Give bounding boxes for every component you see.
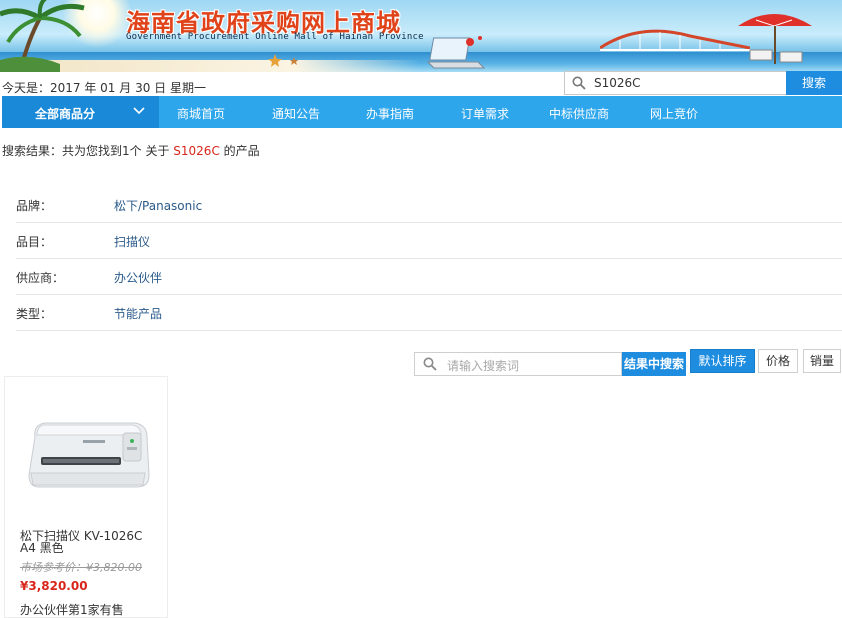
top-search: S1026C 搜索 xyxy=(564,71,842,95)
filter-label: 品目： xyxy=(16,235,53,249)
result-prefix: 搜索结果：共为您找到1个 关于 xyxy=(2,144,170,158)
beach-umbrella-icon xyxy=(738,14,812,64)
in-result-search: 请输入搜索词 结果中搜索 xyxy=(414,352,686,376)
top-search-input[interactable]: S1026C xyxy=(564,71,788,95)
search-in-results-button[interactable]: 结果中搜索 xyxy=(622,352,686,376)
laptop-icon xyxy=(426,36,486,69)
filter-row-brand: 品牌： 松下/Panasonic xyxy=(16,186,842,223)
nav-item-guide[interactable]: 办事指南 xyxy=(366,105,414,122)
sort-default-button[interactable]: 默认排序 xyxy=(690,349,755,373)
palm-tree-icon xyxy=(0,0,85,72)
search-result-summary: 搜索结果：共为您找到1个 关于 S1026C 的产品 xyxy=(2,142,260,159)
result-keyword: S1026C xyxy=(173,144,220,158)
in-result-search-input[interactable]: 请输入搜索词 xyxy=(414,352,622,376)
filter-value-supplier[interactable]: 办公伙伴 xyxy=(114,269,162,286)
filter-row-category: 品目： 扫描仪 xyxy=(16,222,842,259)
site-banner: 海南省政府采购网上商城 Government Procurement Onlin… xyxy=(0,0,842,72)
filter-value-category[interactable]: 扫描仪 xyxy=(114,233,150,250)
top-search-value: S1026C xyxy=(594,76,641,90)
filter-value-type[interactable]: 节能产品 xyxy=(114,305,162,322)
product-supplier[interactable]: 办公伙伴第1家有售 xyxy=(20,601,124,618)
filter-row-supplier: 供应商： 办公伙伴 xyxy=(16,258,842,295)
product-image-scanner[interactable] xyxy=(25,413,151,497)
top-search-button[interactable]: 搜索 xyxy=(786,71,842,95)
all-categories-menu[interactable]: 全部商品分 xyxy=(2,96,159,128)
nav-item-order-demand[interactable]: 订单需求 xyxy=(461,105,509,122)
sort-sales-button[interactable]: 销量 xyxy=(803,349,841,373)
filter-row-type: 类型： 节能产品 xyxy=(16,294,842,331)
product-price: ¥3,820.00 xyxy=(20,579,88,593)
nav-item-announcements[interactable]: 通知公告 xyxy=(272,105,320,122)
all-categories-label: 全部商品分 xyxy=(35,107,96,121)
filter-label: 供应商： xyxy=(16,271,65,285)
current-date: 今天是：2017 年 01 月 30 日 星期一 xyxy=(2,81,206,95)
filter-label: 品牌： xyxy=(16,199,53,213)
chevron-down-icon xyxy=(133,107,145,115)
nav-item-online-bidding[interactable]: 网上竞价 xyxy=(650,105,698,122)
sort-price-button[interactable]: 价格 xyxy=(758,349,798,373)
filter-value-brand[interactable]: 松下/Panasonic xyxy=(114,197,202,214)
nav-item-home[interactable]: 商城首页 xyxy=(177,105,225,122)
product-market-price: 市场参考价：¥3,820.00 xyxy=(20,561,142,574)
search-icon xyxy=(572,76,586,90)
bridge-icon xyxy=(600,29,750,51)
filter-label: 类型： xyxy=(16,307,53,321)
product-name[interactable]: 松下扫描仪 KV-1026C A4 黑色 xyxy=(20,530,160,554)
search-icon xyxy=(423,357,437,371)
site-subtitle: Government Procurement Online Mall of Ha… xyxy=(126,32,424,42)
result-suffix: 的产品 xyxy=(223,144,260,158)
main-nav: 全部商品分 商城首页 通知公告 办事指南 订单需求 中标供应商 网上竞价 xyxy=(2,96,842,128)
nav-item-suppliers[interactable]: 中标供应商 xyxy=(549,105,609,122)
product-card[interactable]: 松下扫描仪 KV-1026C A4 黑色 市场参考价：¥3,820.00 ¥3,… xyxy=(4,376,168,618)
in-result-search-placeholder: 请输入搜索词 xyxy=(447,359,520,373)
starfish-icon xyxy=(268,54,298,67)
